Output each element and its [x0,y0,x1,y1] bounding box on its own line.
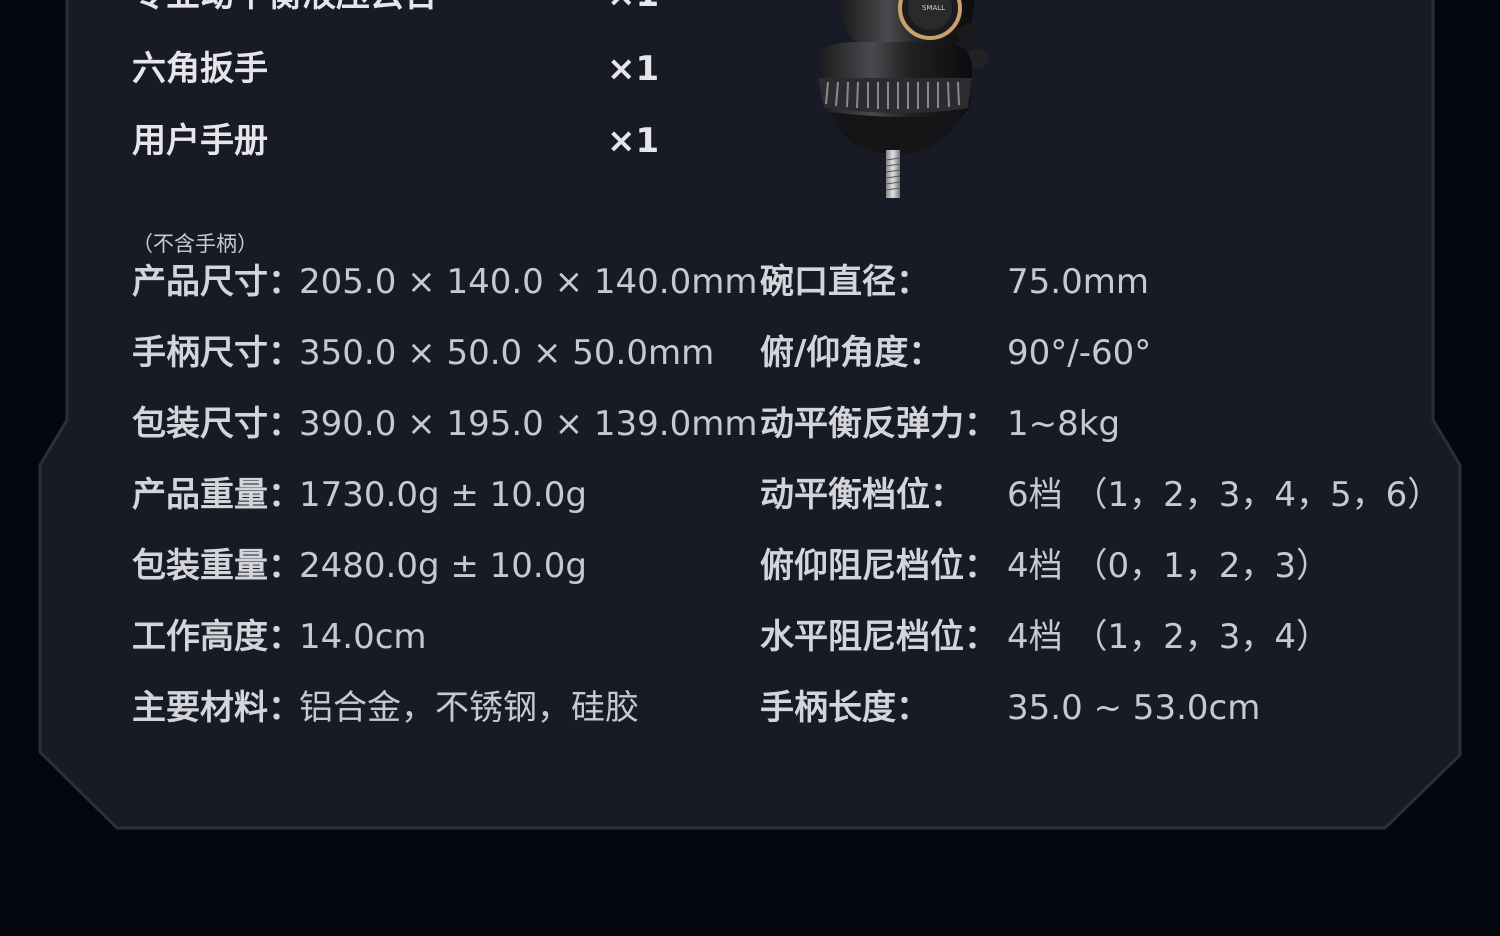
spec-value: 14.0cm [299,617,427,657]
package-item-name: 六角扳手 [132,49,268,89]
spec-label: 工作高度： [132,617,302,657]
spec-label: 俯/仰角度： [760,333,943,373]
spec-value: 390.0 × 195.0 × 139.0mm [299,404,758,444]
handle-excluded-note: （不含手柄） [132,232,258,256]
spec-value: 1~8kg [1007,404,1121,444]
spec-label: 动平衡反弹力： [760,404,998,444]
badge-text: SMALL [922,4,945,12]
fluid-head-image: SMALL [818,0,989,198]
package-item-qty: ×1 [607,0,659,12]
spec-label: 俯仰阻尼档位： [760,546,998,586]
spec-value: 205.0 × 140.0 × 140.0mm [299,262,758,302]
package-item-name: 用户手册 [132,121,268,161]
spec-label: 碗口直径： [760,262,930,302]
spec-value: 90°/-60° [1007,333,1152,373]
spec-label: 手柄尺寸： [132,333,302,373]
spec-label: 水平阻尼档位： [760,617,998,657]
spec-label: 包装重量： [132,546,302,586]
spec-label: 包装尺寸： [132,404,302,444]
spec-value: 350.0 × 50.0 × 50.0mm [299,333,715,373]
spec-value: 4档 （0，1，2，3） [1007,546,1330,586]
spec-value: 2480.0g ± 10.0g [299,546,587,586]
spec-label: 手柄长度： [760,688,930,728]
spec-value: 6档 （1，2，3，4，5，6） [1007,475,1442,515]
spec-label: 产品重量： [132,475,302,515]
spec-value: 75.0mm [1007,262,1149,302]
spec-label: 动平衡档位： [760,475,964,515]
package-item-qty: ×1 [607,121,660,161]
spec-value: 35.0 ~ 53.0cm [1007,688,1261,728]
package-item-qty: ×1 [607,49,660,89]
package-item-name: 专业动平衡液压云台 [132,0,438,12]
spec-value: 4档 （1，2，3，4） [1007,617,1330,657]
spec-value: 1730.0g ± 10.0g [299,475,587,515]
spec-value: 铝合金，不锈钢，硅胶 [299,688,639,728]
spec-label: 主要材料： [132,688,302,728]
spec-label: 产品尺寸： [132,262,302,302]
